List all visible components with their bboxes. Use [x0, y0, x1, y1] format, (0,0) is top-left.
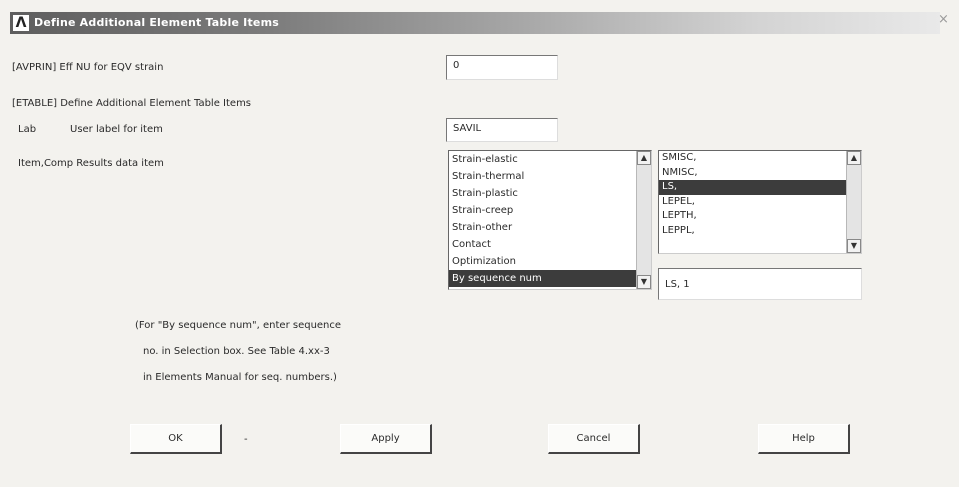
results-category-list[interactable]: Strain-elastic Strain-thermal Strain-plast… — [448, 150, 652, 290]
dialog-title: Define Additional Element Table Items — [34, 16, 279, 29]
ansys-logo-icon: Λ — [13, 15, 29, 31]
category-list-item[interactable]: Strain-plastic — [449, 185, 651, 202]
lab-key: Lab — [18, 124, 37, 135]
component-scrollbar[interactable]: ▲ ▼ — [846, 151, 861, 253]
selection-input[interactable]: LS, 1 — [658, 268, 862, 300]
category-scrollbar[interactable]: ▲ ▼ — [636, 151, 651, 289]
apply-button[interactable]: Apply — [340, 424, 432, 454]
component-list-item[interactable]: NMISC, — [659, 166, 861, 181]
category-list-item[interactable]: Optimization — [449, 253, 651, 270]
category-list-item[interactable]: Contact — [449, 236, 651, 253]
ok-button[interactable]: OK — [130, 424, 222, 454]
component-list-item[interactable]: LEPPL, — [659, 224, 861, 239]
lab-description: User label for item — [70, 124, 163, 135]
apply-dash: - — [244, 434, 248, 445]
scroll-up-icon[interactable]: ▲ — [637, 151, 651, 165]
note-line-1: (For "By sequence num", enter sequence — [135, 320, 342, 331]
close-icon[interactable]: × — [938, 12, 949, 27]
scroll-up-icon[interactable]: ▲ — [847, 151, 861, 165]
title-bar: Λ Define Additional Element Table Items — [10, 12, 940, 34]
category-list-item[interactable]: Strain-elastic — [449, 151, 651, 168]
cancel-button[interactable]: Cancel — [548, 424, 640, 454]
scroll-down-icon[interactable]: ▼ — [847, 239, 861, 253]
component-list-item[interactable]: LS, — [659, 180, 861, 195]
category-list-item[interactable]: Strain-creep — [449, 202, 651, 219]
item-comp-label: Item,Comp Results data item — [18, 158, 164, 169]
note-line-2: no. in Selection box. See Table 4.xx-3 — [143, 346, 330, 357]
category-list-item[interactable]: By sequence num — [449, 270, 651, 287]
component-list-item[interactable]: SMISC, — [659, 151, 861, 166]
note-line-3: in Elements Manual for seq. numbers.) — [143, 372, 337, 383]
user-label-input[interactable]: SAVIL — [446, 118, 558, 142]
category-list-item[interactable]: Strain-other — [449, 219, 651, 236]
avprin-label: [AVPRIN] Eff NU for EQV strain — [12, 62, 164, 73]
results-component-list[interactable]: SMISC, NMISC, LS, LEPEL, LEPTH, LEPPL, ▲ ▼ — [658, 150, 862, 254]
component-list-item[interactable]: LEPTH, — [659, 209, 861, 224]
component-list-item[interactable]: LEPEL, — [659, 195, 861, 210]
eff-nu-input[interactable]: 0 — [446, 55, 558, 80]
etable-heading: [ETABLE] Define Additional Element Table… — [12, 98, 252, 109]
help-button[interactable]: Help — [758, 424, 850, 454]
scroll-down-icon[interactable]: ▼ — [637, 275, 651, 289]
category-list-item[interactable]: Strain-thermal — [449, 168, 651, 185]
